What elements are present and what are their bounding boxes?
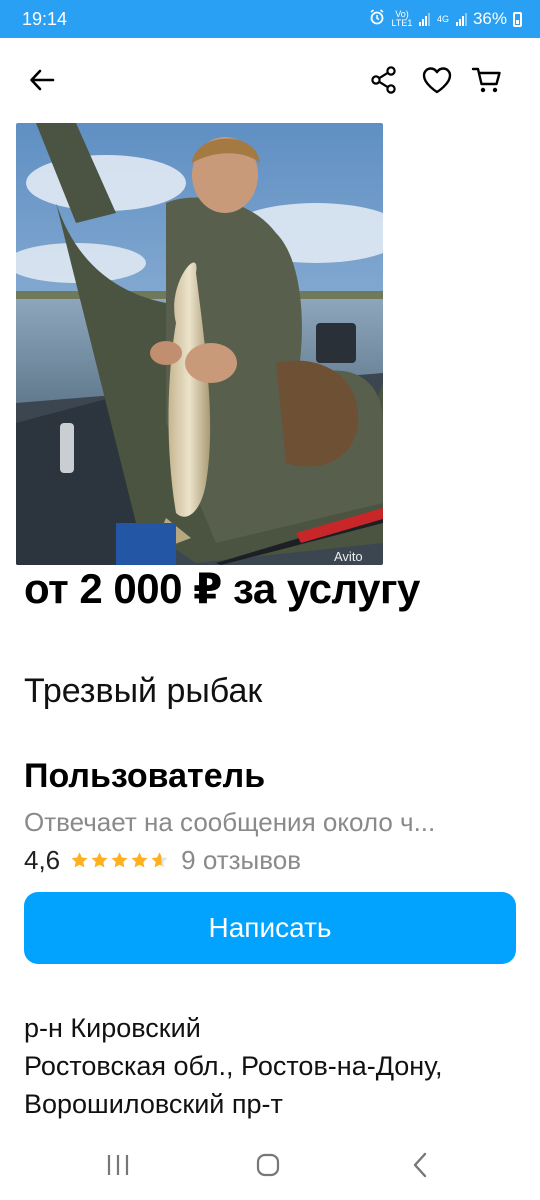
reviews-link[interactable]: 9 отзывов bbox=[181, 845, 301, 876]
heart-icon bbox=[422, 67, 452, 94]
recent-apps-button[interactable] bbox=[98, 1148, 138, 1182]
district: р-н Кировский bbox=[24, 1013, 201, 1043]
battery-percent: 36% bbox=[472, 9, 507, 28]
cart-icon bbox=[471, 67, 501, 93]
seller-reply-time: Отвечает на сообщения около ч... bbox=[24, 807, 436, 837]
signal-1-icon bbox=[418, 12, 430, 26]
top-toolbar bbox=[0, 38, 540, 124]
arrow-left-icon bbox=[30, 69, 55, 91]
alarm-icon bbox=[369, 8, 385, 30]
back-button[interactable] bbox=[24, 62, 60, 98]
status-icons: Vo) LTE1 4G 36% bbox=[369, 8, 522, 30]
status-time: 19:14 bbox=[22, 8, 68, 29]
photo-watermark: Avito bbox=[334, 549, 363, 564]
star-icon bbox=[111, 851, 128, 867]
system-nav-bar bbox=[0, 1130, 540, 1200]
listing-price: от 2 000 ₽ за услугу bbox=[24, 565, 420, 612]
rating-value: 4,6 bbox=[24, 844, 61, 875]
fisherman-photo: Avito bbox=[16, 123, 383, 565]
write-message-button[interactable]: Написать bbox=[24, 892, 516, 964]
listing-title: Трезвый рыбак bbox=[24, 672, 263, 710]
volte-indicator: Vo) LTE1 bbox=[391, 9, 413, 28]
star-icon bbox=[71, 851, 88, 867]
star-icon bbox=[91, 851, 108, 867]
seller-rating[interactable]: 4,6 9 отзывов bbox=[24, 842, 301, 878]
nav-back-icon bbox=[413, 1152, 427, 1178]
share-icon bbox=[371, 66, 396, 94]
address-line: Ростовская обл., Ростов-на-Дону, Ворошил… bbox=[24, 1051, 443, 1119]
favorite-button[interactable] bbox=[419, 62, 455, 98]
status-bar: 19:14 Vo) LTE1 4G 36% bbox=[0, 0, 540, 38]
recent-apps-icon bbox=[107, 1155, 129, 1175]
share-button[interactable] bbox=[366, 62, 402, 98]
network-4g-indicator: 4G bbox=[436, 13, 449, 24]
nav-back-button[interactable] bbox=[400, 1148, 440, 1182]
cart-button[interactable] bbox=[469, 62, 505, 98]
seller-name[interactable]: Пользователь bbox=[24, 754, 265, 798]
listing-location: р-н Кировский Ростовская обл., Ростов-на… bbox=[24, 1009, 504, 1123]
home-icon bbox=[256, 1153, 280, 1177]
star-icon bbox=[131, 851, 148, 867]
rating-stars bbox=[70, 851, 169, 870]
signal-2-icon bbox=[455, 12, 467, 26]
listing-photo[interactable]: Avito bbox=[16, 123, 383, 565]
star-icon bbox=[151, 851, 168, 867]
home-button[interactable] bbox=[248, 1148, 288, 1182]
battery-icon bbox=[513, 11, 522, 27]
